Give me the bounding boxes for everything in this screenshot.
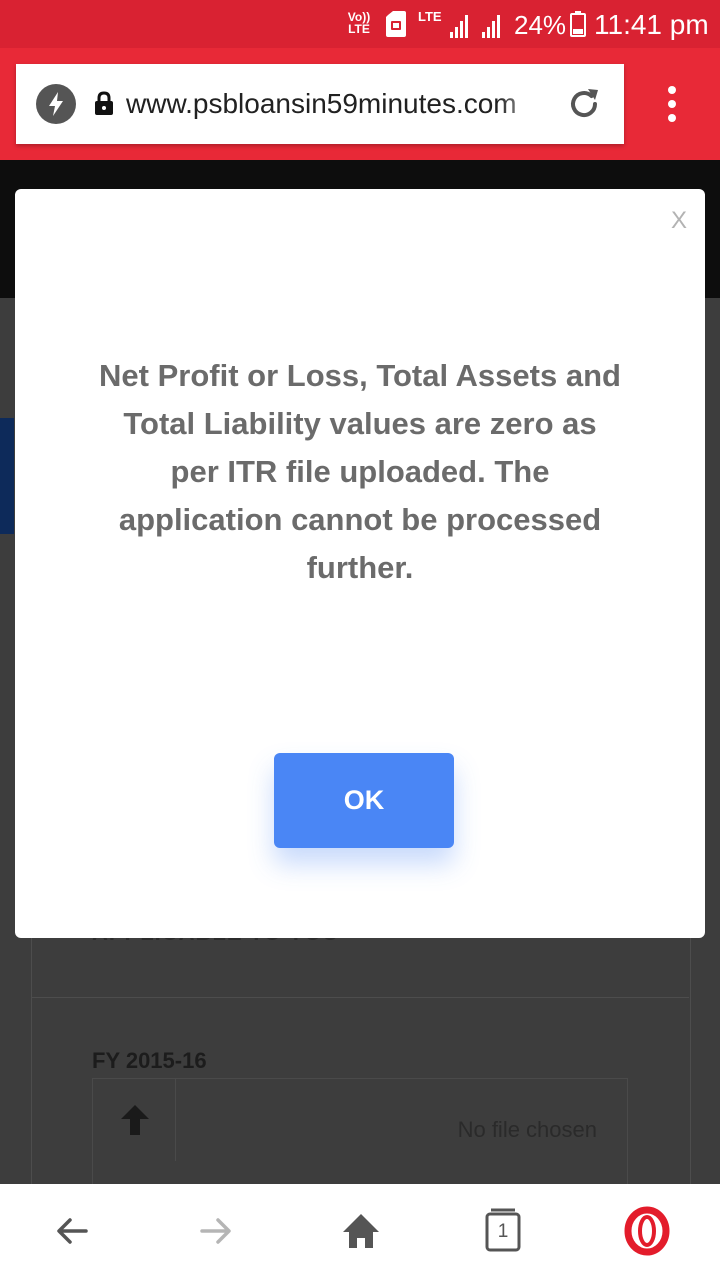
card-divider	[31, 997, 689, 998]
ok-button-label: OK	[343, 785, 385, 815]
forward-button[interactable]	[190, 1206, 240, 1256]
opera-menu-button[interactable]	[622, 1206, 672, 1256]
reload-icon[interactable]	[566, 86, 602, 122]
error-dialog: X Net Profit or Loss, Total Assets and T…	[15, 189, 705, 938]
url-text[interactable]: www.psbloansin59minutes.com	[126, 86, 546, 122]
close-icon[interactable]: X	[665, 207, 693, 235]
status-bar: Vo)) LTE LTE 24% 11:41 pm	[0, 0, 720, 48]
dialog-message: Net Profit or Loss, Total Assets and Tot…	[99, 358, 621, 585]
url-fade	[498, 82, 548, 126]
upload-arrow-icon	[121, 1105, 149, 1135]
turbo-icon[interactable]	[36, 84, 76, 124]
opera-logo-icon	[624, 1206, 670, 1256]
ok-button[interactable]: OK	[274, 753, 454, 848]
page-accent-bar	[0, 418, 14, 534]
network-type-label: LTE	[418, 9, 442, 24]
home-icon	[343, 1214, 379, 1248]
back-button[interactable]	[48, 1206, 98, 1256]
lock-icon[interactable]	[94, 91, 114, 115]
volte-indicator: Vo)) LTE	[344, 11, 374, 35]
battery-percentage: 24%	[514, 10, 567, 40]
back-arrow-icon	[57, 1218, 88, 1244]
tabs-button[interactable]: 1	[478, 1206, 528, 1256]
browser-bottom-nav: 1	[0, 1184, 720, 1280]
forward-arrow-icon	[200, 1218, 231, 1244]
upload-button[interactable]	[93, 1079, 176, 1161]
itr-file-input[interactable]: No file chosen	[92, 1078, 628, 1190]
tab-count: 1	[497, 1221, 509, 1242]
browser-toolbar: www.psbloansin59minutes.com	[0, 48, 720, 160]
file-status-text: No file chosen	[457, 1117, 597, 1142]
sim-card-icon	[386, 11, 406, 37]
menu-icon[interactable]	[660, 86, 684, 134]
battery-icon	[570, 11, 586, 37]
volte-bottom-label: LTE	[348, 22, 370, 36]
address-bar[interactable]: www.psbloansin59minutes.com	[16, 64, 624, 144]
home-button[interactable]	[336, 1206, 386, 1256]
signal-strength-icon	[450, 15, 500, 38]
clock: 11:41 pm	[594, 9, 709, 40]
fy-label: FY 2015-16	[92, 1048, 207, 1073]
